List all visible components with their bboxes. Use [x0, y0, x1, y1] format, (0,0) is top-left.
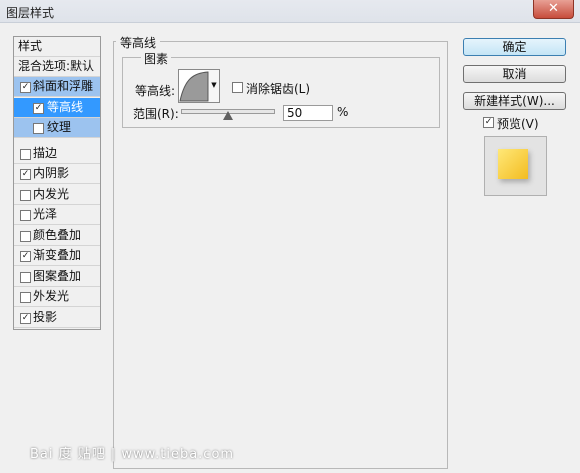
checkbox-inner-shadow[interactable]: ✓: [20, 169, 31, 180]
style-item-stroke[interactable]: 描边: [14, 144, 100, 164]
ok-button[interactable]: 确定: [463, 38, 566, 56]
panel-title: 等高线: [116, 34, 161, 51]
style-item-pattern-overlay[interactable]: 图案叠加: [14, 267, 100, 287]
range-input[interactable]: 50: [283, 105, 333, 121]
close-button[interactable]: ✕: [533, 0, 574, 19]
style-item-gradient-overlay[interactable]: ✓ 渐变叠加: [14, 246, 100, 266]
checkbox-texture[interactable]: [33, 123, 44, 134]
style-item-drop-shadow[interactable]: ✓ 投影: [14, 308, 100, 328]
group-title: 图素: [141, 50, 172, 67]
style-item-outer-glow[interactable]: 外发光: [14, 287, 100, 307]
style-item-bevel-emboss[interactable]: ✓ 斜面和浮雕: [14, 77, 100, 97]
range-label: 范围(R):: [133, 107, 179, 121]
contour-picker[interactable]: [178, 69, 210, 103]
style-item-contour[interactable]: ✓ 等高线: [14, 98, 100, 118]
window-title: 图层样式: [6, 6, 55, 20]
style-item-satin[interactable]: 光泽: [14, 205, 100, 225]
style-list: 样式 混合选项:默认 ✓ 斜面和浮雕 ✓ 等高线 纹理 描边 ✓ 内阴影 内发光 光泽…: [13, 36, 101, 330]
checkbox-inner-glow[interactable]: [20, 190, 31, 201]
preview-label: 预览(V): [497, 117, 539, 131]
styles-header[interactable]: 样式: [14, 37, 100, 57]
contour-dropdown-arrow[interactable]: ▼: [209, 69, 220, 103]
antialias-label: 消除锯齿(L): [246, 82, 311, 96]
checkbox-contour[interactable]: ✓: [33, 103, 44, 114]
style-item-texture[interactable]: 纹理: [14, 118, 100, 138]
antialias-checkbox[interactable]: [232, 82, 243, 93]
new-style-button[interactable]: 新建样式(W)...: [463, 92, 566, 110]
preview-swatch: [498, 149, 528, 179]
checkbox-stroke[interactable]: [20, 149, 31, 160]
checkbox-pattern-overlay[interactable]: [20, 272, 31, 283]
cancel-button[interactable]: 取消: [463, 65, 566, 83]
checkbox-outer-glow[interactable]: [20, 292, 31, 303]
checkbox-drop-shadow[interactable]: ✓: [20, 313, 31, 324]
contour-label: 等高线:: [135, 84, 176, 98]
style-item-inner-shadow[interactable]: ✓ 内阴影: [14, 164, 100, 184]
checkbox-bevel-emboss[interactable]: ✓: [20, 82, 31, 93]
checkbox-gradient-overlay[interactable]: ✓: [20, 251, 31, 262]
range-unit: %: [337, 105, 349, 119]
title-bar: 图层样式 ✕: [0, 0, 580, 23]
contour-curve-icon: [179, 71, 209, 102]
checkbox-color-overlay[interactable]: [20, 231, 31, 242]
style-item-inner-glow[interactable]: 内发光: [14, 185, 100, 205]
style-item-color-overlay[interactable]: 颜色叠加: [14, 226, 100, 246]
range-slider-thumb[interactable]: [223, 111, 233, 120]
watermark: Bai 度 贴吧 | www.tieba.com: [30, 447, 235, 462]
preview-checkbox[interactable]: ✓: [483, 117, 494, 128]
blending-options-item[interactable]: 混合选项:默认: [14, 57, 100, 77]
checkbox-satin[interactable]: [20, 210, 31, 221]
